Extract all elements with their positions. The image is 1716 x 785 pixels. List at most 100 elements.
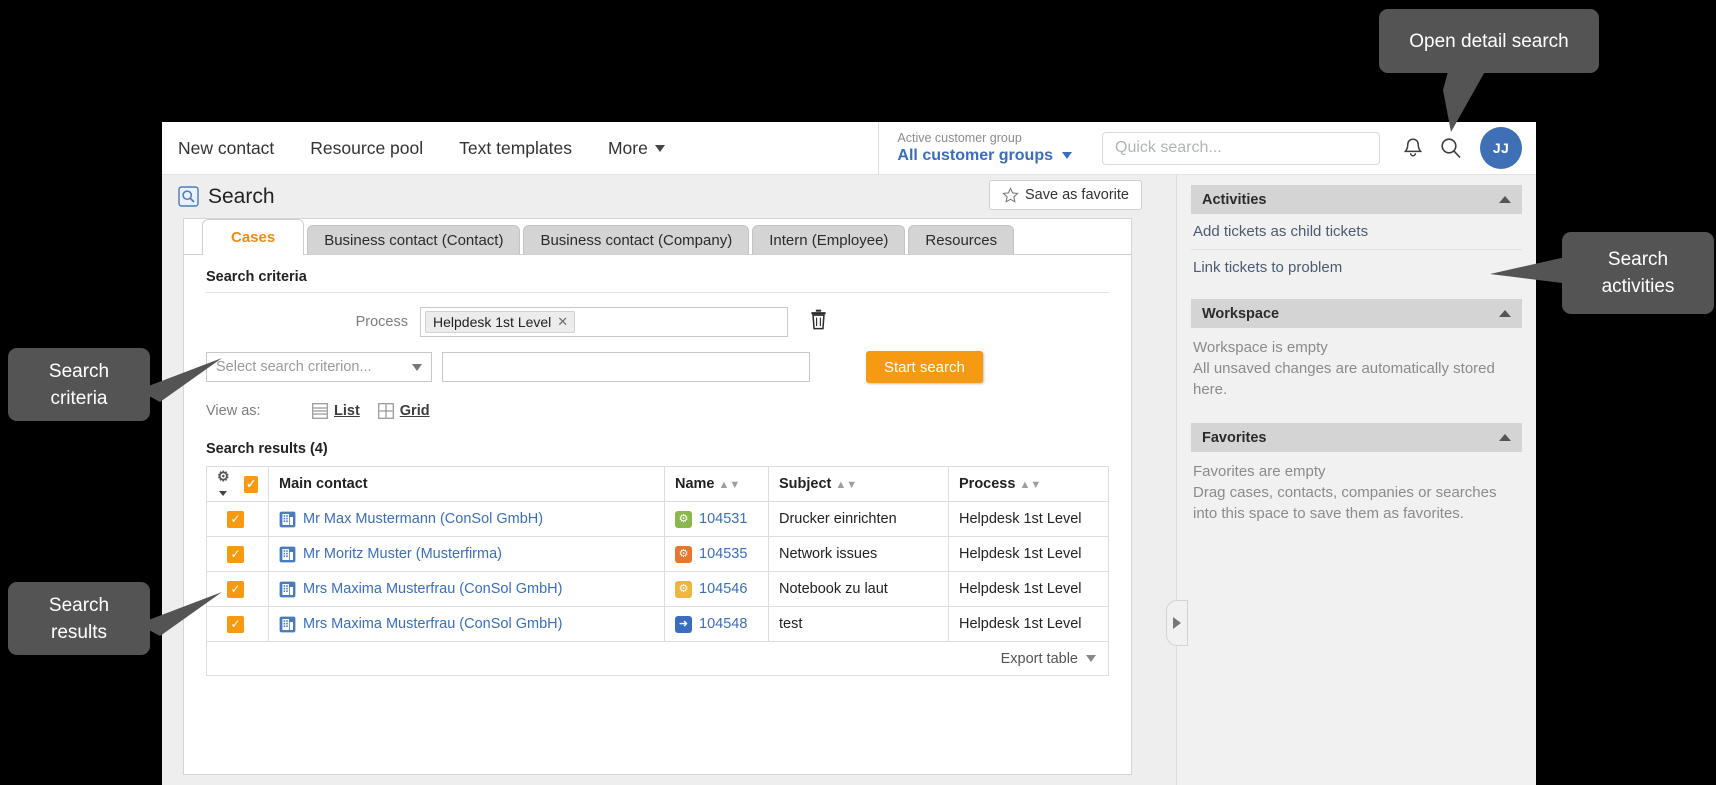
panel-workspace: Workspace Workspace is empty All unsaved… <box>1191 299 1522 409</box>
row-name: ➜ 104548 <box>664 606 769 642</box>
row-process: Helpdesk 1st Level <box>948 501 1109 537</box>
sidebar-collapse-handle[interactable] <box>1166 600 1188 646</box>
activity-add-child-tickets[interactable]: Add tickets as child tickets <box>1191 214 1522 250</box>
row-checkbox-cell: ✓ <box>206 501 269 537</box>
contact-link[interactable]: Mrs Maxima Musterfrau (ConSol GmbH) <box>303 581 562 597</box>
row-checkbox[interactable]: ✓ <box>227 510 244 528</box>
application-window: New contact Resource pool Text templates… <box>162 121 1536 785</box>
contact-link[interactable]: Mr Moritz Muster (Musterfirma) <box>303 546 502 562</box>
customer-group-value-text: All customer groups <box>897 146 1053 164</box>
delete-criterion-button[interactable] <box>810 309 827 335</box>
save-as-favorite-label: Save as favorite <box>1025 187 1129 203</box>
nav-item-text-templates[interactable]: Text templates <box>441 122 590 175</box>
table-row[interactable]: ✓ <box>206 501 1109 537</box>
criteria-row-process: Process Helpdesk 1st Level ✕ <box>206 307 1109 337</box>
callout-search-activities-line2: activities <box>1601 276 1675 297</box>
row-subject: test <box>768 606 949 642</box>
row-process: Helpdesk 1st Level <box>948 606 1109 642</box>
column-select-all: ⚙ ✓ <box>206 466 269 502</box>
view-as-list[interactable]: List <box>312 403 360 419</box>
table-row[interactable]: ✓ <box>206 536 1109 572</box>
tab-business-contact-contact[interactable]: Business contact (Contact) <box>307 225 521 255</box>
nav-item-resource-pool[interactable]: Resource pool <box>292 122 441 175</box>
case-gear-icon: ⚙ <box>675 510 692 528</box>
select-all-checkbox[interactable]: ✓ <box>244 475 258 493</box>
view-as-grid-label[interactable]: Grid <box>400 403 430 419</box>
criterion-value-input[interactable] <box>442 352 810 382</box>
callout-search-results: Search results <box>8 582 150 655</box>
panel-activities-title: Activities <box>1202 191 1267 208</box>
column-main-contact[interactable]: Main contact <box>268 466 665 502</box>
list-view-icon <box>312 403 328 419</box>
search-criterion-select-value: Select search criterion... <box>216 359 372 375</box>
right-sidebar: Activities Add tickets as child tickets … <box>1166 175 1536 785</box>
export-table-label: Export table <box>1000 650 1078 667</box>
column-subject[interactable]: Subject ▲▼ <box>768 466 949 502</box>
contact-link[interactable]: Mr Max Mustermann (ConSol GmbH) <box>303 511 543 527</box>
quick-search-input[interactable]: Quick search... <box>1102 131 1380 165</box>
table-row[interactable]: ✓ <box>206 571 1109 607</box>
case-gear-icon: ⚙ <box>675 580 692 598</box>
panel-favorites-header[interactable]: Favorites <box>1191 423 1522 452</box>
view-as-grid[interactable]: Grid <box>377 403 430 419</box>
gear-dropdown-icon[interactable]: ⚙ <box>217 468 235 501</box>
start-search-button[interactable]: Start search <box>866 351 983 383</box>
chevron-up-icon <box>1499 434 1511 441</box>
sort-icon: ▲▼ <box>835 479 858 491</box>
divider <box>206 292 1109 293</box>
criteria-row-new: Select search criterion... Start search <box>206 351 1109 383</box>
view-as-list-label[interactable]: List <box>334 403 360 419</box>
column-main-contact-label: Main contact <box>279 476 368 492</box>
panel-favorites-body: Favorites are empty Drag cases, contacts… <box>1191 452 1522 533</box>
export-table-button[interactable]: Export table <box>206 642 1109 676</box>
body-container: Search Save as favorite Cases Business c… <box>162 175 1536 785</box>
tab-intern-employee[interactable]: Intern (Employee) <box>752 225 906 255</box>
cases-tab-panel: Search criteria Process Helpdesk 1st Lev… <box>184 254 1131 676</box>
callout-open-detail-search: Open detail search <box>1379 9 1599 73</box>
row-process: Helpdesk 1st Level <box>948 571 1109 607</box>
trash-icon <box>811 309 826 330</box>
panel-activities-header[interactable]: Activities <box>1191 185 1522 214</box>
chevron-right-icon <box>1173 617 1181 629</box>
column-process[interactable]: Process ▲▼ <box>948 466 1109 502</box>
process-label: Process <box>355 314 408 330</box>
contact-link[interactable]: Mrs Maxima Musterfrau (ConSol GmbH) <box>303 616 562 632</box>
nav-item-new-contact[interactable]: New contact <box>162 122 292 175</box>
callout-search-activities-line1: Search <box>1607 249 1669 270</box>
quick-search-placeholder: Quick search... <box>1115 139 1222 156</box>
panel-workspace-body: Workspace is empty All unsaved changes a… <box>1191 328 1522 409</box>
row-checkbox[interactable]: ✓ <box>227 545 244 563</box>
process-token-input[interactable]: Helpdesk 1st Level ✕ <box>420 307 788 337</box>
save-as-favorite-button[interactable]: Save as favorite <box>989 180 1142 210</box>
main-content-pane: Search Save as favorite Cases Business c… <box>162 175 1176 785</box>
name-cell: ⚙ 104546 <box>675 580 758 598</box>
case-link[interactable]: 104548 <box>699 616 747 632</box>
case-link[interactable]: 104546 <box>699 581 747 597</box>
nav-item-more[interactable]: More <box>590 122 683 175</box>
remove-token-icon[interactable]: ✕ <box>557 314 568 330</box>
chevron-down-icon <box>654 144 665 152</box>
table-row[interactable]: ✓ <box>206 606 1109 642</box>
callout-search-activities: Search activities <box>1562 232 1714 314</box>
column-name[interactable]: Name ▲▼ <box>664 466 769 502</box>
tab-business-contact-company[interactable]: Business contact (Company) <box>523 225 750 255</box>
activity-link-to-problem[interactable]: Link tickets to problem <box>1191 250 1522 285</box>
tab-cases[interactable]: Cases <box>202 219 305 255</box>
chevron-down-icon <box>1086 655 1096 662</box>
tab-resources[interactable]: Resources <box>908 225 1015 255</box>
row-name: ⚙ 104546 <box>664 571 769 607</box>
case-link[interactable]: 104531 <box>699 511 747 527</box>
panel-favorites-title: Favorites <box>1202 429 1267 446</box>
company-contact-icon <box>279 581 296 597</box>
company-contact-icon <box>279 616 296 632</box>
case-link[interactable]: 104535 <box>699 546 747 562</box>
search-criterion-select[interactable]: Select search criterion... <box>206 352 432 382</box>
panel-workspace-header[interactable]: Workspace <box>1191 299 1522 328</box>
search-tabs: Cases Business contact (Contact) Busines… <box>184 219 1131 255</box>
callout-search-criteria-line2: criteria <box>50 387 108 409</box>
active-customer-group-selector[interactable]: Active customer group All customer group… <box>878 121 1088 175</box>
workspace-empty-text: Workspace is empty All unsaved changes a… <box>1193 339 1495 398</box>
case-arrow-icon: ➜ <box>675 615 692 633</box>
search-results-title: Search results (4) <box>206 441 328 457</box>
page-header: Search Save as favorite <box>162 175 1176 218</box>
